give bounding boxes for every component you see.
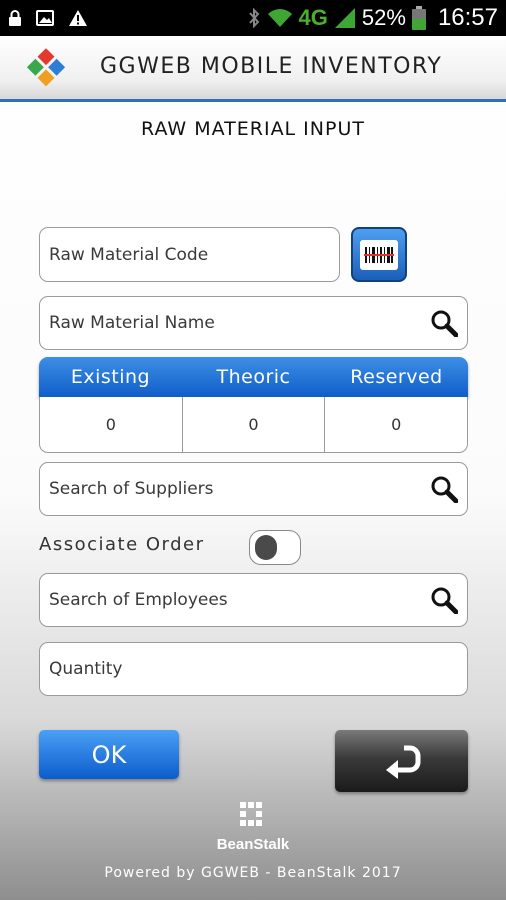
wifi-icon: [267, 9, 292, 27]
stock-cell-theoric: 0: [183, 397, 326, 452]
stock-column-reserved: Reserved: [350, 366, 443, 388]
battery-icon: [411, 6, 426, 30]
beanstalk-logo-icon: [240, 802, 262, 826]
lock-icon: [9, 10, 21, 26]
stock-column-existing: Existing: [70, 366, 151, 388]
search-icon[interactable]: [430, 475, 458, 503]
search-suppliers-placeholder: Search of Suppliers: [49, 479, 214, 499]
search-icon[interactable]: [430, 586, 458, 614]
network-type: 4G: [298, 5, 328, 30]
stock-value-theoric: 0: [248, 415, 259, 434]
back-button[interactable]: [335, 730, 468, 792]
clock: 16:57: [437, 4, 498, 31]
barcode-icon: [360, 239, 398, 270]
toggle-knob: [255, 535, 277, 560]
search-suppliers-field[interactable]: Search of Suppliers: [39, 462, 468, 516]
associate-order-label: Associate Order: [39, 534, 205, 555]
stock-value-reserved: 0: [391, 415, 402, 434]
quantity-placeholder: Quantity: [49, 659, 123, 679]
raw-material-name-field[interactable]: Raw Material Name: [39, 296, 468, 350]
page-title: RAW MATERIAL INPUT: [141, 118, 365, 140]
search-employees-placeholder: Search of Employees: [49, 590, 228, 610]
stock-table: Existing Theoric Reserved 0 0 0: [39, 357, 468, 453]
raw-material-code-field[interactable]: Raw Material Code: [39, 227, 340, 282]
stock-table-header: Existing Theoric Reserved: [39, 357, 468, 397]
search-employees-field[interactable]: Search of Employees: [39, 573, 468, 627]
barcode-scan-button[interactable]: [351, 227, 407, 282]
footer-text: Powered by GGWEB - BeanStalk 2017: [104, 865, 402, 881]
stock-table-row: 0 0 0: [39, 397, 468, 453]
warning-icon: [69, 10, 87, 26]
search-icon[interactable]: [430, 309, 458, 337]
quantity-field[interactable]: Quantity: [39, 642, 468, 696]
undo-arrow-icon: [385, 745, 420, 779]
bluetooth-icon: [248, 7, 259, 29]
signal-icon: [334, 8, 355, 28]
stock-value-existing: 0: [105, 415, 116, 434]
stock-cell-reserved: 0: [325, 397, 467, 452]
stock-cell-existing: 0: [40, 397, 183, 452]
app-title: GGWEB MOBILE INVENTORY: [100, 54, 443, 79]
ggweb-logo-icon: [26, 48, 66, 87]
ok-button[interactable]: OK: [39, 730, 179, 779]
stock-column-theoric: Theoric: [216, 366, 291, 388]
image-icon: [36, 10, 54, 26]
app-header: GGWEB MOBILE INVENTORY: [0, 36, 506, 102]
beanstalk-brand-name: BeanStalk: [216, 836, 290, 853]
battery-percent: 52%: [361, 5, 406, 30]
raw-material-code-placeholder: Raw Material Code: [49, 244, 209, 265]
associate-order-toggle[interactable]: [249, 530, 301, 565]
raw-material-name-placeholder: Raw Material Name: [49, 313, 215, 333]
status-bar: 4G 52% 16:57: [0, 0, 506, 36]
